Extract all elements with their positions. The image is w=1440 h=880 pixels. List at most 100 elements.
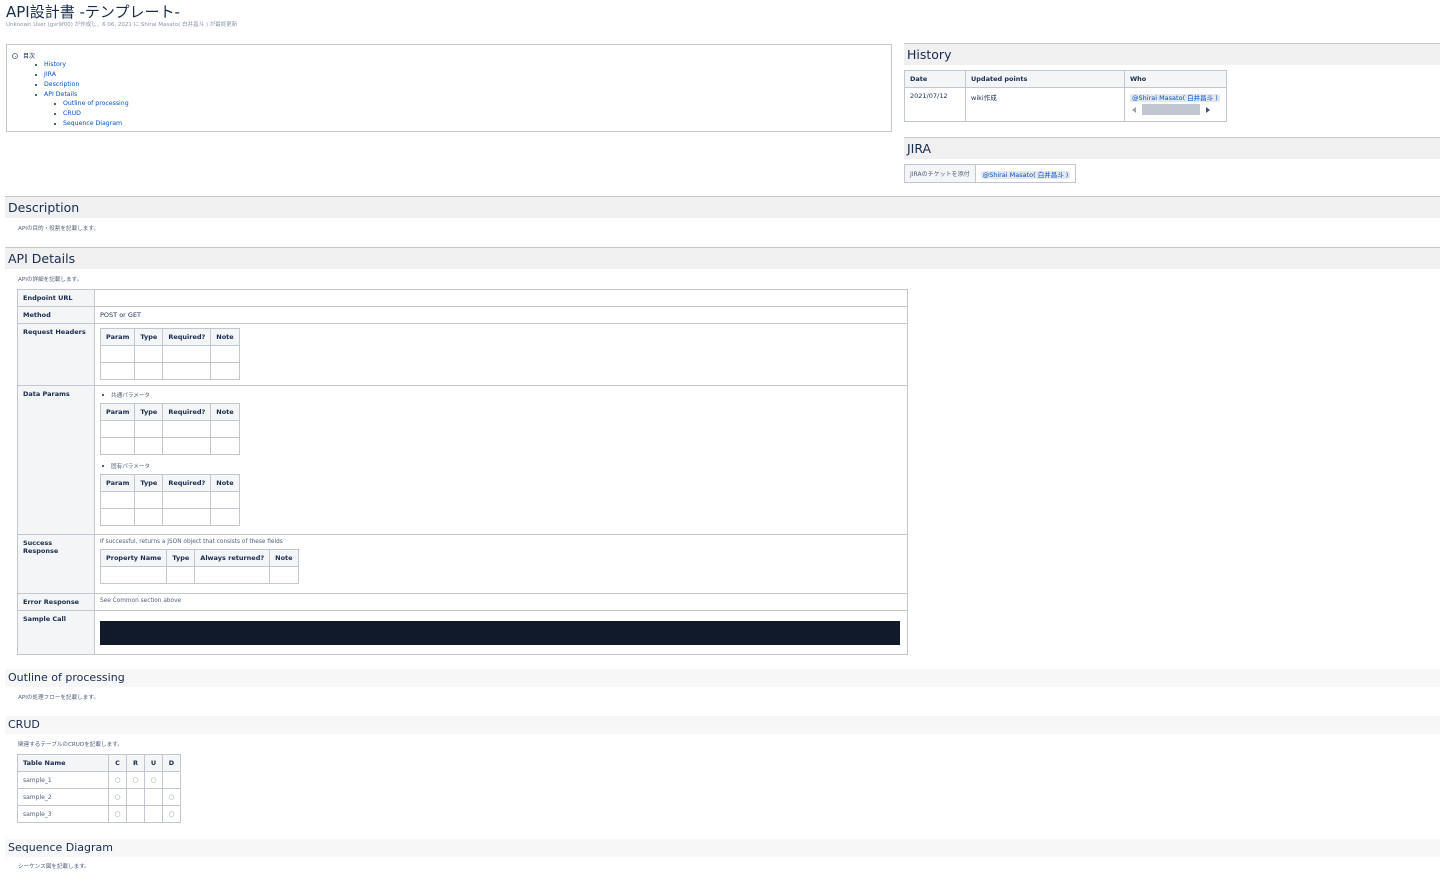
crud-mark: ○ — [144, 771, 163, 789]
history-who-mention[interactable]: @Shirai Masato( 白井昌斗 ) — [1130, 94, 1220, 102]
table-cell[interactable] — [99, 491, 136, 509]
jira-heading: JIRA — [904, 137, 1440, 159]
crud-table-name: sample_3 — [17, 805, 109, 823]
table-cell[interactable] — [134, 420, 164, 438]
table-cell[interactable] — [99, 345, 136, 363]
row-sample-call-label: Sample Call — [17, 610, 95, 655]
row-sample-call-value — [94, 610, 908, 655]
success-response-table: Property Name Type Always returned? Note — [99, 549, 299, 584]
table-row: sample_1 ○ ○ ○ — [17, 771, 181, 789]
table-cell[interactable] — [134, 362, 164, 380]
col-note: Note — [210, 403, 240, 421]
col-type: Type — [134, 474, 164, 492]
table-cell[interactable] — [134, 508, 164, 526]
table-cell[interactable] — [269, 566, 299, 584]
sample-call-code-block[interactable] — [100, 621, 900, 645]
table-cell[interactable] — [99, 420, 136, 438]
col-type: Type — [134, 328, 164, 346]
history-points: wiki作成 — [965, 87, 1125, 122]
col-param: Param — [99, 403, 136, 421]
history-heading: History — [904, 43, 1440, 65]
crud-text: 関連するテーブルのCRUDを記載します。 — [18, 742, 123, 748]
table-cell[interactable] — [194, 566, 271, 584]
crud-mark — [126, 805, 145, 823]
table-cell[interactable] — [99, 362, 136, 380]
scroll-thumb[interactable] — [1142, 104, 1200, 115]
crud-mark: ○ — [162, 788, 181, 806]
row-success-label: Success Response — [17, 534, 95, 594]
toc-toggle-icon[interactable] — [12, 53, 18, 59]
table-cell[interactable] — [210, 362, 240, 380]
common-params-bullet: 共通パラメータ — [100, 391, 902, 399]
table-cell[interactable] — [162, 491, 212, 509]
col-note: Note — [269, 549, 299, 567]
table-cell[interactable] — [162, 420, 212, 438]
crud-mark: ○ — [126, 771, 145, 789]
row-data-params-value: 共通パラメータ Param Type Required? Note 固有パラメー… — [94, 385, 908, 535]
toc-heading-label: 目次 — [23, 53, 36, 60]
crud-col-table-name: Table Name — [17, 754, 109, 772]
jira-label: JIRAのチケットを添付 — [904, 164, 976, 183]
table-cell[interactable] — [99, 508, 136, 526]
crud-mark — [144, 805, 163, 823]
history-col-points: Updated points — [965, 70, 1125, 88]
history-scrollbar[interactable] — [1130, 104, 1221, 115]
crud-mark: ○ — [162, 805, 181, 823]
toc-link-sequence[interactable]: Sequence Diagram — [53, 120, 122, 127]
crud-col-u: U — [144, 754, 163, 772]
col-required: Required? — [162, 403, 212, 421]
table-cell[interactable] — [210, 491, 240, 509]
table-cell[interactable] — [134, 491, 164, 509]
row-endpoint-label: Endpoint URL — [17, 289, 95, 307]
scroll-right-icon[interactable] — [1206, 106, 1210, 113]
col-property-name: Property Name — [99, 549, 168, 567]
col-note: Note — [210, 328, 240, 346]
outline-text: APIの処理フローを記載します。 — [18, 695, 100, 701]
table-cell[interactable] — [210, 437, 240, 455]
table-cell[interactable] — [134, 437, 164, 455]
table-cell[interactable] — [162, 508, 212, 526]
common-params-table: Param Type Required? Note — [99, 403, 240, 455]
crud-mark — [126, 788, 145, 806]
toc-link-history[interactable]: History — [34, 61, 66, 68]
crud-col-r: R — [126, 754, 145, 772]
history-col-date: Date — [904, 70, 966, 88]
sequence-text: シーケンス図を記載します。 — [18, 864, 90, 870]
table-cell[interactable] — [166, 566, 196, 584]
history-col-who: Who — [1124, 70, 1227, 88]
request-headers-table: Param Type Required? Note — [99, 328, 240, 380]
toc-link-description[interactable]: Description — [34, 81, 79, 88]
table-cell[interactable] — [134, 345, 164, 363]
col-type: Type — [134, 403, 164, 421]
col-param: Param — [99, 474, 136, 492]
col-type: Type — [166, 549, 196, 567]
crud-col-c: C — [108, 754, 127, 772]
toc-link-outline[interactable]: Outline of processing — [54, 100, 129, 107]
table-of-contents: 目次 History JIRA Description API Details … — [6, 44, 892, 132]
outline-heading: Outline of processing — [5, 669, 1440, 687]
table-cell[interactable] — [162, 345, 212, 363]
crud-mark: ○ — [108, 805, 127, 823]
description-heading: Description — [5, 196, 1440, 218]
success-text: If successful, returns a JSON object tha… — [100, 539, 283, 545]
jira-mention[interactable]: @Shirai Masato( 白井昌斗 ) — [980, 170, 1071, 179]
col-note: Note — [210, 474, 240, 492]
table-cell[interactable] — [99, 566, 168, 584]
toc-link-api-details[interactable]: API Details — [34, 91, 77, 98]
row-success-value: If successful, returns a JSON object tha… — [94, 534, 908, 594]
table-cell[interactable] — [162, 362, 212, 380]
scroll-left-icon[interactable] — [1132, 106, 1136, 113]
col-always-returned: Always returned? — [194, 549, 271, 567]
crud-col-d: D — [162, 754, 181, 772]
toc-link-crud[interactable]: CRUD — [54, 110, 81, 117]
table-cell[interactable] — [162, 437, 212, 455]
table-cell[interactable] — [210, 420, 240, 438]
table-cell[interactable] — [210, 508, 240, 526]
row-endpoint-value[interactable] — [94, 289, 908, 307]
table-cell[interactable] — [99, 437, 136, 455]
toc-link-jira[interactable]: JIRA — [35, 71, 56, 78]
table-cell[interactable] — [210, 345, 240, 363]
api-details-intro: APIの詳細を記載します。 — [18, 277, 83, 283]
col-required: Required? — [162, 328, 212, 346]
page-title: API設計書 -テンプレート- — [6, 3, 180, 21]
